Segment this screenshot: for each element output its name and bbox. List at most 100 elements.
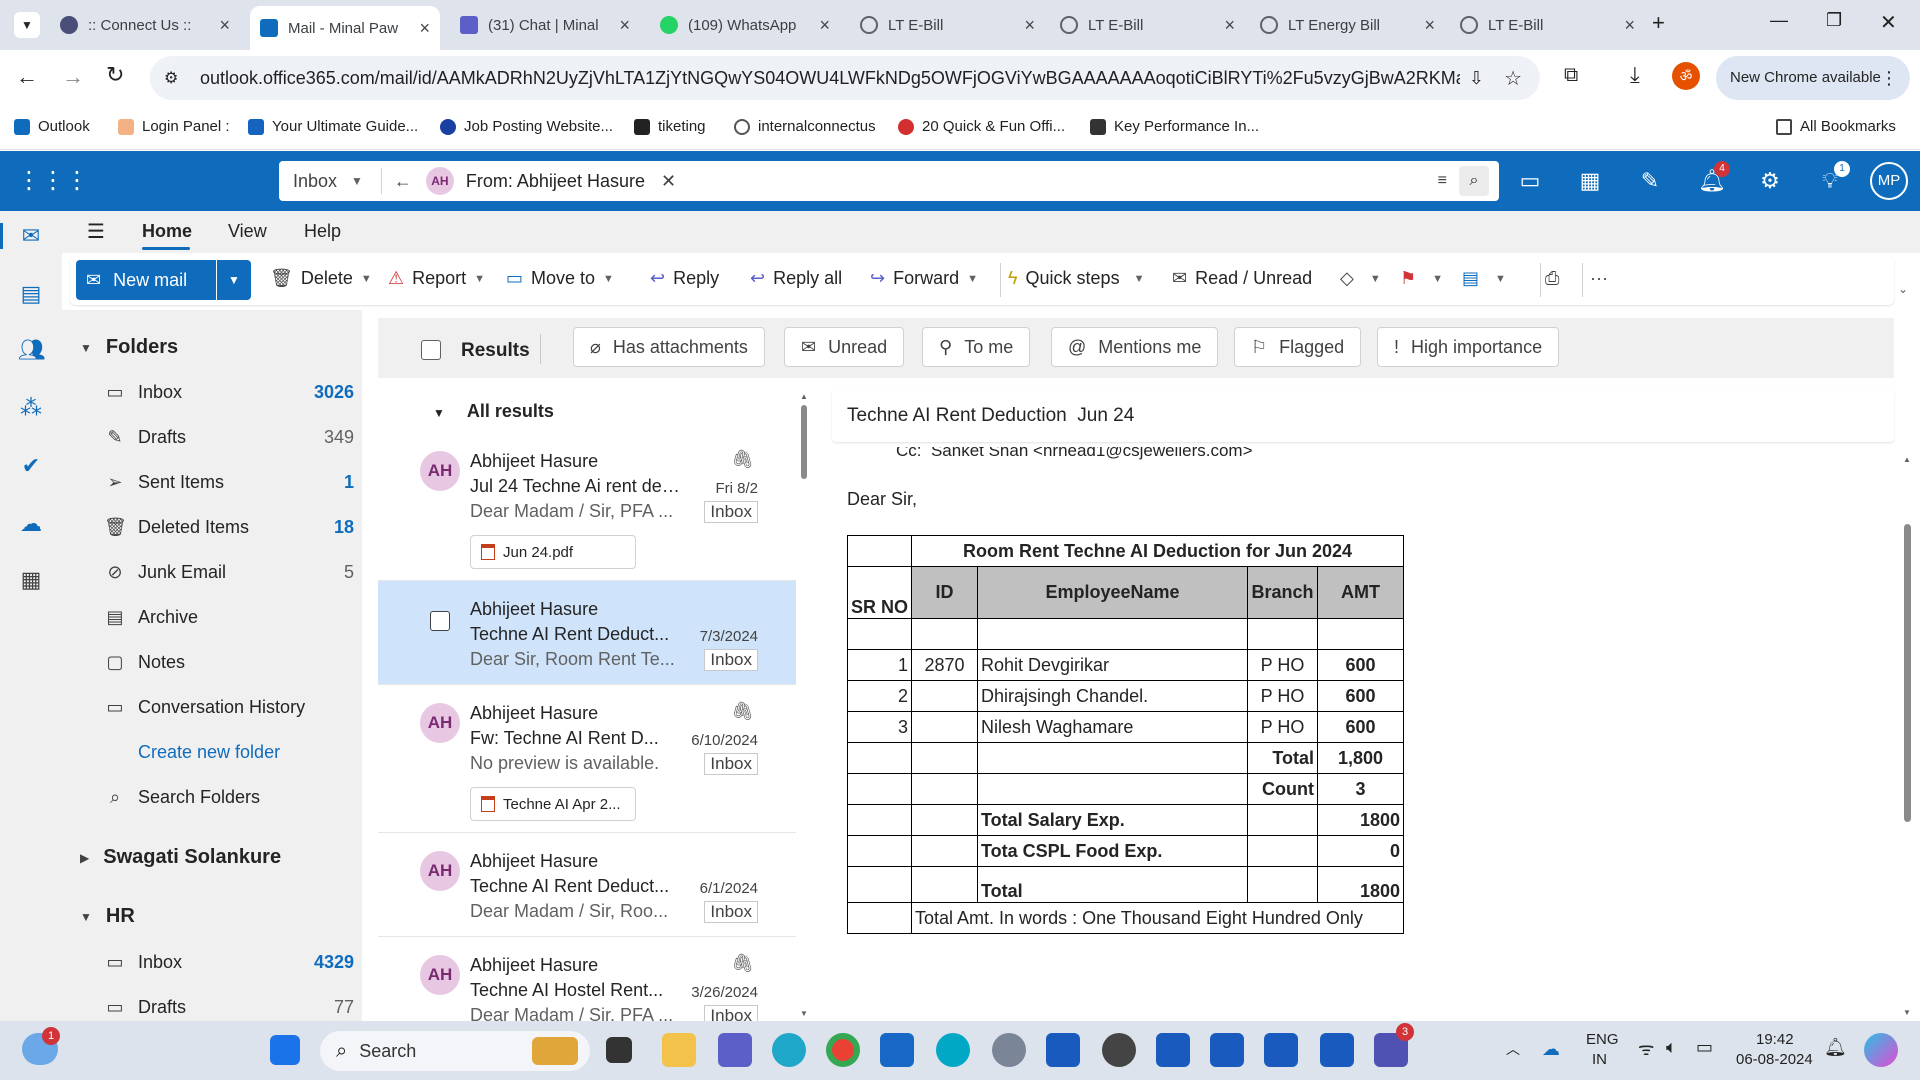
bookmark-quick-fun[interactable]: 20 Quick & Fun Offi... — [898, 118, 1065, 135]
scroll-down-arrow-icon[interactable]: ▼ — [1902, 1008, 1912, 1017]
flag-button[interactable]: ⚑ ▼ — [1400, 268, 1443, 289]
ribbon-expand-icon[interactable]: ⌄ — [1898, 282, 1908, 296]
forward-arrow-icon[interactable]: → — [62, 64, 84, 90]
close-tab-icon[interactable]: × — [419, 18, 430, 39]
filter-mentions-me[interactable]: @ Mentions me — [1051, 327, 1219, 367]
notification-bell-icon[interactable]: 🔔︎ — [1824, 1037, 1847, 1058]
tab-lt-ebill-2[interactable]: LT E-Bill × — [1050, 8, 1245, 42]
filter-has-attachments[interactable]: ⌀ Has attachments — [573, 327, 765, 367]
todo-check-icon[interactable]: ✔ — [18, 453, 44, 479]
onedrive-cloud-icon[interactable]: ☁ — [18, 511, 44, 537]
attachment-chip[interactable]: Techne AI Apr 2... — [470, 787, 636, 821]
site-settings-icon[interactable]: ⚙ — [164, 68, 186, 88]
read-unread-button[interactable]: ✉ Read / Unread — [1172, 268, 1312, 289]
rules-button[interactable]: ▤ ▼ — [1462, 268, 1506, 289]
message-item[interactable]: AH Abhijeet Hasure 🖇︎ Jul 24 Techne Ai r… — [378, 433, 796, 581]
folder-conversation-history[interactable]: ▭ Conversation History — [104, 697, 354, 718]
wifi-icon[interactable]: ᯤ — [1638, 1037, 1654, 1061]
word-app-icon[interactable] — [1264, 1033, 1298, 1067]
move-to-button[interactable]: ▭ Move to ▼ — [506, 268, 614, 289]
filter-high-importance[interactable]: ! High importance — [1377, 327, 1560, 367]
message-checkbox[interactable] — [430, 611, 450, 631]
bookmark-star-icon[interactable]: ☆ — [1504, 66, 1522, 91]
folder-deleted-items[interactable]: 🗑︎ Deleted Items 18 — [104, 517, 354, 538]
filter-unread[interactable]: ✉ Unread — [784, 327, 905, 367]
reply-all-button[interactable]: ↩ Reply all — [750, 268, 842, 289]
nav-hamburger-icon[interactable]: ☰ — [87, 219, 105, 244]
search-scope-select[interactable]: Inbox — [293, 171, 351, 192]
copilot-icon[interactable] — [1864, 1033, 1898, 1067]
tab-home[interactable]: Home — [142, 221, 192, 242]
settings-gear-icon[interactable] — [992, 1033, 1026, 1067]
search-icon[interactable]: ⌕ — [1459, 166, 1489, 196]
folder-sent-items[interactable]: ➢ Sent Items 1 — [104, 472, 354, 493]
tab-mail[interactable]: Mail - Minal Paw × — [250, 6, 440, 50]
close-tab-icon[interactable]: × — [1224, 15, 1235, 36]
back-arrow-icon[interactable]: ← — [16, 64, 38, 90]
word-app-icon[interactable] — [1210, 1033, 1244, 1067]
calendar-icon[interactable]: ▤ — [18, 281, 44, 307]
report-button[interactable]: ⚠ Report ▼ — [388, 268, 485, 289]
message-item[interactable]: AH Abhijeet Hasure 🖇︎ Fw: Techne AI Rent… — [378, 685, 796, 833]
tab-teams-chat[interactable]: (31) Chat | Minal × — [450, 8, 640, 42]
account-hr[interactable]: ▼ HR — [80, 905, 135, 928]
volume-icon[interactable]: 🔈︎ — [1666, 1037, 1677, 1058]
url-text[interactable]: outlook.office365.com/mail/id/AAMkADRhN2… — [200, 68, 1460, 89]
bookmark-ultimate-guide[interactable]: Your Ultimate Guide... — [248, 118, 418, 135]
filter-icon[interactable]: ≡ — [1438, 172, 1447, 190]
search-box[interactable]: Inbox ▼ ← AH From: Abhijeet Hasure ✕ ≡ ⌕ — [279, 161, 1499, 201]
word-app-icon[interactable] — [1156, 1033, 1190, 1067]
folder-inbox[interactable]: ▭ Inbox 3026 — [104, 382, 354, 403]
tab-whatsapp[interactable]: (109) WhatsApp × — [650, 8, 840, 42]
downloads-icon[interactable]: ⤓ — [1630, 62, 1640, 88]
task-view-icon[interactable] — [606, 1037, 632, 1063]
quick-steps-button[interactable]: ϟ Quick steps ▼ — [1008, 268, 1144, 289]
tab-connect-us[interactable]: :: Connect Us :: × — [50, 8, 240, 42]
folder-search-folders[interactable]: ⌕ Search Folders — [104, 787, 354, 808]
address-bar[interactable]: ⚙ outlook.office365.com/mail/id/AAMkADRh… — [150, 56, 1540, 100]
bookmark-login-panel[interactable]: Login Panel : — [118, 118, 230, 135]
message-item-selected[interactable]: Abhijeet Hasure Techne AI Rent Deduct...… — [378, 581, 796, 685]
scrollbar-thumb[interactable] — [801, 405, 807, 479]
new-mail-button[interactable]: ✉ New mail — [76, 260, 216, 300]
tab-lt-energy-bill[interactable]: LT Energy Bill × — [1250, 8, 1445, 42]
message-item[interactable]: AH Abhijeet Hasure Techne AI Rent Deduct… — [378, 833, 796, 937]
clear-search-icon[interactable]: ✕ — [661, 171, 676, 192]
user-avatar[interactable]: MP — [1870, 162, 1908, 200]
alexa-icon[interactable] — [936, 1033, 970, 1067]
filter-to-me[interactable]: ⚲ To me — [922, 327, 1031, 367]
network-globe-icon[interactable] — [1102, 1033, 1136, 1067]
close-tab-icon[interactable]: × — [1024, 15, 1035, 36]
tab-lt-ebill-3[interactable]: LT E-Bill × — [1450, 8, 1645, 42]
to-do-icon[interactable]: ✎ — [1638, 169, 1662, 193]
scroll-up-arrow-icon[interactable]: ▲ — [800, 392, 808, 401]
all-bookmarks[interactable]: All Bookmarks — [1776, 118, 1896, 135]
word-app-icon[interactable] — [1046, 1033, 1080, 1067]
weather-widget-icon[interactable]: 1 — [22, 1027, 60, 1065]
chrome-icon[interactable] — [826, 1033, 860, 1067]
extensions-icon[interactable]: ⧉ — [1564, 64, 1578, 87]
folders-header[interactable]: ▼ Folders — [80, 336, 178, 359]
tab-lt-ebill-1[interactable]: LT E-Bill × — [850, 8, 1045, 42]
show-hidden-icons-chevron-icon[interactable]: ︿ — [1506, 1039, 1520, 1059]
install-app-icon[interactable]: ⇩ — [1469, 68, 1484, 89]
tab-help[interactable]: Help — [304, 221, 341, 242]
attachment-chip[interactable]: Jun 24.pdf — [470, 535, 636, 569]
teams-app-icon[interactable] — [718, 1033, 752, 1067]
close-tab-icon[interactable]: × — [1424, 15, 1435, 36]
folder-notes[interactable]: ▢ Notes — [104, 652, 354, 673]
new-tab-plus-icon[interactable]: + — [1652, 10, 1665, 36]
file-explorer-icon[interactable] — [662, 1033, 696, 1067]
mail-icon[interactable]: ✉ — [18, 223, 44, 249]
bookmark-outlook[interactable]: Outlook — [14, 118, 90, 135]
select-all-checkbox[interactable] — [421, 340, 441, 360]
clock-time[interactable]: 19:42 — [1756, 1031, 1794, 1048]
taskbar-search-box[interactable]: ⌕ Search — [320, 1031, 590, 1071]
bookmark-tiketing[interactable]: tiketing — [634, 118, 706, 135]
scroll-down-arrow-icon[interactable]: ▼ — [800, 1009, 808, 1018]
windows-start-icon[interactable] — [270, 1035, 300, 1065]
categorize-button[interactable]: ◇ ▼ — [1340, 268, 1381, 289]
people-icon[interactable]: 👥︎ — [18, 337, 46, 363]
clock-date[interactable]: 06-08-2024 — [1736, 1051, 1813, 1068]
more-apps-icon[interactable]: ▦ — [18, 567, 44, 593]
